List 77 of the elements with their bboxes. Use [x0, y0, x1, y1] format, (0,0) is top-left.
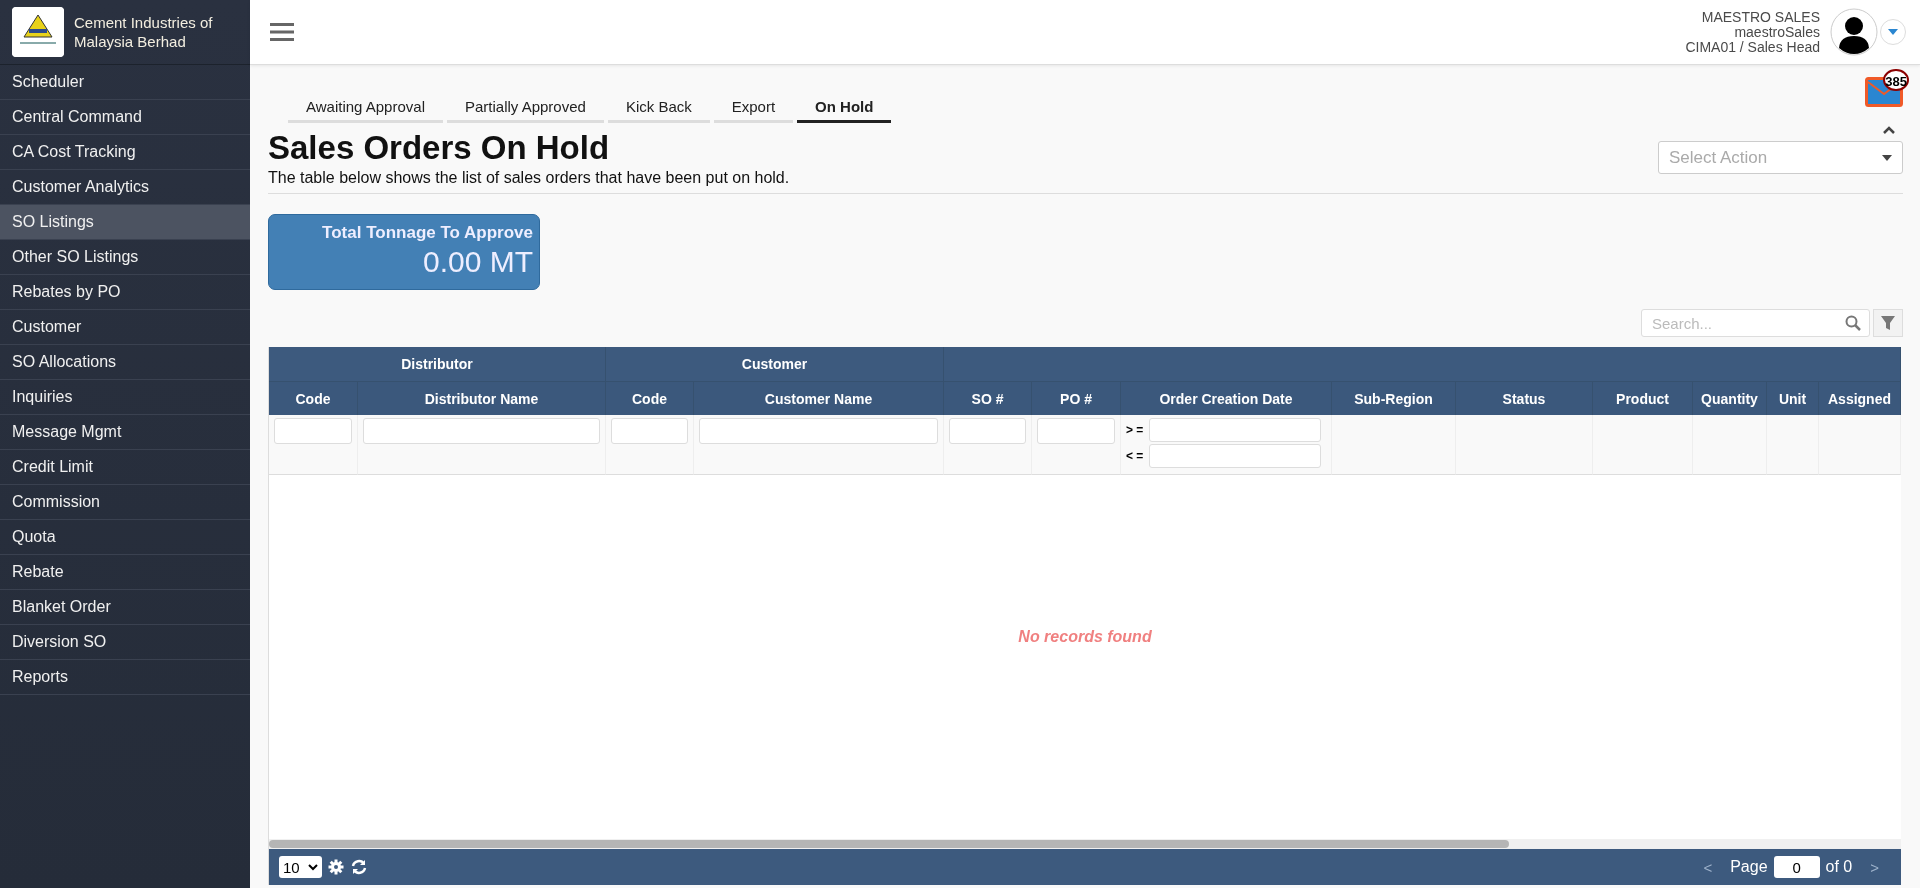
column-header[interactable]: Quantity	[1693, 381, 1767, 415]
filter-button[interactable]	[1873, 309, 1903, 337]
sidebar-item[interactable]: Rebate	[0, 555, 250, 590]
caret-icon	[1882, 154, 1892, 161]
column-header[interactable]: Unit	[1767, 381, 1819, 415]
sidebar-item[interactable]: Central Command	[0, 100, 250, 135]
tab[interactable]: On Hold	[797, 92, 892, 123]
sidebar-item[interactable]: Quota	[0, 520, 250, 555]
column-header[interactable]: Product	[1593, 381, 1693, 415]
scrollbar-thumb[interactable]	[269, 840, 1509, 848]
message-count-badge: 385	[1883, 69, 1909, 91]
sidebar-item[interactable]: Inquiries	[0, 380, 250, 415]
sidebar-item[interactable]: Rebates by PO	[0, 275, 250, 310]
page-size-select[interactable]: 10	[279, 856, 322, 878]
user-name: MAESTRO SALES	[1701, 9, 1820, 25]
tab[interactable]: Partially Approved	[446, 92, 604, 123]
column-header[interactable]: Order Creation Date	[1121, 381, 1332, 415]
user-login: maestroSales	[1734, 24, 1820, 40]
funnel-icon	[1880, 315, 1896, 331]
sidebar-item[interactable]: SO Listings	[0, 205, 250, 240]
filter-input[interactable]	[274, 418, 352, 444]
refresh-icon[interactable]	[349, 858, 368, 876]
column-group-header: Distributor	[269, 347, 606, 381]
column-header[interactable]: Assigned	[1819, 381, 1901, 415]
company-name: Cement Industries of Malaysia Berhad	[74, 13, 214, 51]
page-count: of 0	[1825, 858, 1853, 876]
sidebar-item[interactable]: SO Allocations	[0, 345, 250, 380]
sidebar-item[interactable]: Commission	[0, 485, 250, 520]
filter-input[interactable]	[949, 418, 1026, 444]
user-menu-button[interactable]	[1880, 19, 1906, 45]
chevron-icon	[307, 863, 318, 871]
sidebar-item[interactable]: Diversion SO	[0, 625, 250, 660]
user-role: CIMA01 / Sales Head	[1685, 39, 1820, 55]
to-label: < =	[1126, 449, 1145, 463]
sidebar-item[interactable]: Reports	[0, 660, 250, 695]
sidebar-item[interactable]: Credit Limit	[0, 450, 250, 485]
settings-icon[interactable]	[327, 859, 344, 875]
sidebar-item[interactable]: CA Cost Tracking	[0, 135, 250, 170]
sidebar-item[interactable]: Scheduler	[0, 65, 250, 100]
sidebar-item[interactable]: Blanket Order	[0, 590, 250, 625]
caret-icon	[1888, 29, 1898, 35]
date-to-input[interactable]	[1149, 444, 1321, 468]
column-header[interactable]: Code	[269, 381, 358, 415]
mail-button[interactable]: 385	[1865, 69, 1909, 107]
tab[interactable]: Kick Back	[607, 92, 710, 123]
column-header[interactable]: PO #	[1032, 381, 1121, 415]
column-header[interactable]: Distributor Name	[358, 381, 606, 415]
avatar-icon[interactable]	[1830, 8, 1878, 56]
company-logo	[12, 7, 64, 57]
sidebar-item[interactable]: Message Mgmt	[0, 415, 250, 450]
column-header[interactable]: Customer Name	[694, 381, 944, 415]
card-label: Total Tonnage To Approve	[322, 223, 533, 243]
card-value: 0.00 MT	[422, 245, 533, 279]
column-header[interactable]: Status	[1456, 381, 1593, 415]
date-from-input[interactable]	[1149, 418, 1321, 442]
from-label: > =	[1126, 423, 1145, 437]
filter-input[interactable]	[363, 418, 600, 444]
page-title: Sales Orders On Hold	[268, 129, 611, 167]
page-label: Page	[1730, 858, 1768, 876]
sidebar-item[interactable]: Other SO Listings	[0, 240, 250, 275]
tab[interactable]: Export	[713, 92, 794, 123]
filter-input[interactable]	[699, 418, 938, 444]
filter-input[interactable]	[1037, 418, 1115, 444]
menu-icon[interactable]	[270, 22, 294, 42]
search-input[interactable]: Search...	[1650, 313, 1845, 333]
sidebar-item[interactable]: Customer	[0, 310, 250, 345]
column-header[interactable]: SO #	[944, 381, 1032, 415]
page-subtitle: The table below shows the list of sales orders that have been put on hold.	[268, 169, 790, 187]
column-header[interactable]: Code	[606, 381, 694, 415]
filter-input[interactable]	[611, 418, 688, 444]
search-icon[interactable]	[1845, 315, 1861, 331]
column-group-header: Customer	[606, 347, 944, 381]
column-header[interactable]: Sub-Region	[1332, 381, 1456, 415]
empty-message: No records found	[1018, 628, 1152, 646]
tab[interactable]: Awaiting Approval	[288, 92, 443, 123]
search-field[interactable]: Search...	[1641, 309, 1870, 337]
page-input[interactable]: 0	[1773, 856, 1820, 878]
